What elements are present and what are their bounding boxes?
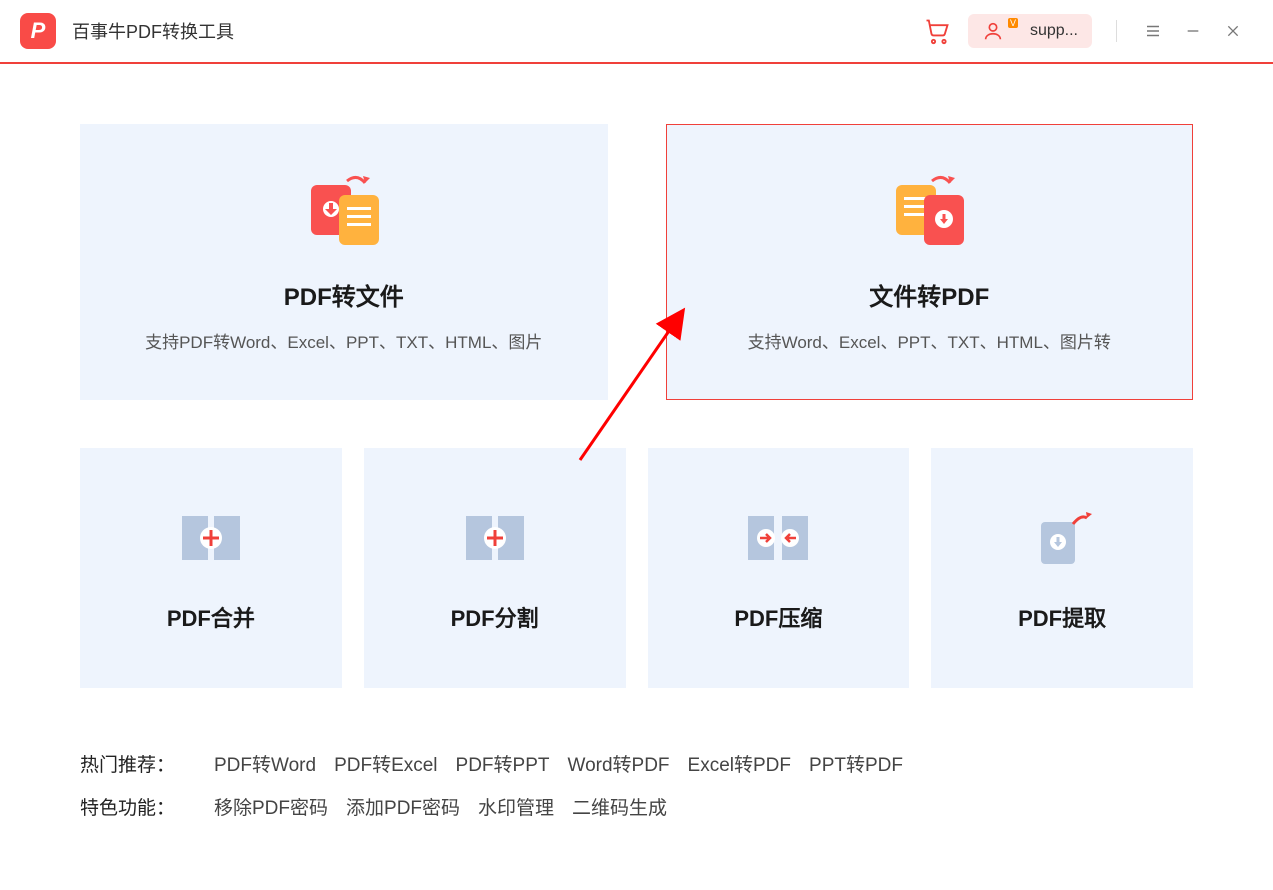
recommend-items: PDF转Word PDF转Excel PDF转PPT Word转PDF Exce… <box>214 750 903 777</box>
recommend-link[interactable]: Excel转PDF <box>688 750 791 777</box>
card-title: 文件转PDF <box>869 277 989 312</box>
close-button[interactable] <box>1221 19 1245 43</box>
feature-link[interactable]: 移除PDF密码 <box>214 793 328 820</box>
minimize-icon <box>1185 23 1201 39</box>
card-title: PDF提取 <box>1018 601 1106 633</box>
menu-button[interactable] <box>1141 19 1165 43</box>
secondary-cards-row: PDF合并 PDF分割 <box>80 448 1193 688</box>
bottom-links: 热门推荐： PDF转Word PDF转Excel PDF转PPT Word转PD… <box>0 750 1273 820</box>
logo-letter: P <box>31 18 46 44</box>
pdf-to-file-card[interactable]: PDF转文件 支持PDF转Word、Excel、PPT、TXT、HTML、图片 <box>80 124 608 400</box>
close-icon <box>1225 23 1241 39</box>
compress-icon <box>738 503 818 573</box>
main-content: PDF转文件 支持PDF转Word、Excel、PPT、TXT、HTML、图片 <box>0 64 1273 688</box>
user-label: supp... <box>1030 22 1078 40</box>
card-title: PDF压缩 <box>734 601 822 633</box>
features-row: 特色功能： 移除PDF密码 添加PDF密码 水印管理 二维码生成 <box>80 793 1193 820</box>
recommend-link[interactable]: PPT转PDF <box>809 750 903 777</box>
recommend-link[interactable]: PDF转Word <box>214 750 316 777</box>
card-title: PDF转文件 <box>284 277 404 312</box>
card-title: PDF分割 <box>451 601 539 633</box>
shopping-cart-button[interactable] <box>922 16 952 46</box>
pdf-merge-card[interactable]: PDF合并 <box>80 448 342 688</box>
app-logo: P <box>20 13 56 49</box>
vip-badge-icon: V <box>1008 18 1018 28</box>
recommend-link[interactable]: Word转PDF <box>567 750 669 777</box>
titlebar: P 百事牛PDF转换工具 V supp... <box>0 0 1273 64</box>
features-items: 移除PDF密码 添加PDF密码 水印管理 二维码生成 <box>214 793 667 820</box>
pdf-to-file-icon <box>299 171 389 251</box>
shopping-cart-icon <box>923 17 951 45</box>
pdf-compress-card[interactable]: PDF压缩 <box>648 448 910 688</box>
card-title: PDF合并 <box>167 601 255 633</box>
card-subtitle: 支持Word、Excel、PPT、TXT、HTML、图片转 <box>748 328 1111 353</box>
card-subtitle: 支持PDF转Word、Excel、PPT、TXT、HTML、图片 <box>145 328 542 353</box>
pdf-split-card[interactable]: PDF分割 <box>364 448 626 688</box>
recommend-link[interactable]: PDF转Excel <box>334 750 437 777</box>
primary-cards-row: PDF转文件 支持PDF转Word、Excel、PPT、TXT、HTML、图片 <box>80 124 1193 400</box>
file-to-pdf-icon <box>884 171 974 251</box>
merge-icon <box>176 503 246 573</box>
pdf-extract-card[interactable]: PDF提取 <box>931 448 1193 688</box>
file-to-pdf-card[interactable]: 文件转PDF 支持Word、Excel、PPT、TXT、HTML、图片转 <box>666 124 1194 400</box>
feature-link[interactable]: 二维码生成 <box>572 793 667 820</box>
recommend-row: 热门推荐： PDF转Word PDF转Excel PDF转PPT Word转PD… <box>80 750 1193 777</box>
separator <box>1116 20 1117 42</box>
app-title: 百事牛PDF转换工具 <box>72 18 234 44</box>
feature-link[interactable]: 添加PDF密码 <box>346 793 460 820</box>
extract-icon <box>1027 503 1097 573</box>
features-label: 特色功能： <box>80 793 192 820</box>
minimize-button[interactable] <box>1181 19 1205 43</box>
split-icon <box>460 503 530 573</box>
recommend-link[interactable]: PDF转PPT <box>456 750 550 777</box>
recommend-label: 热门推荐： <box>80 750 192 777</box>
feature-link[interactable]: 水印管理 <box>478 793 554 820</box>
user-account-button[interactable]: V supp... <box>968 14 1092 48</box>
user-icon <box>982 20 1004 42</box>
menu-icon <box>1144 22 1162 40</box>
